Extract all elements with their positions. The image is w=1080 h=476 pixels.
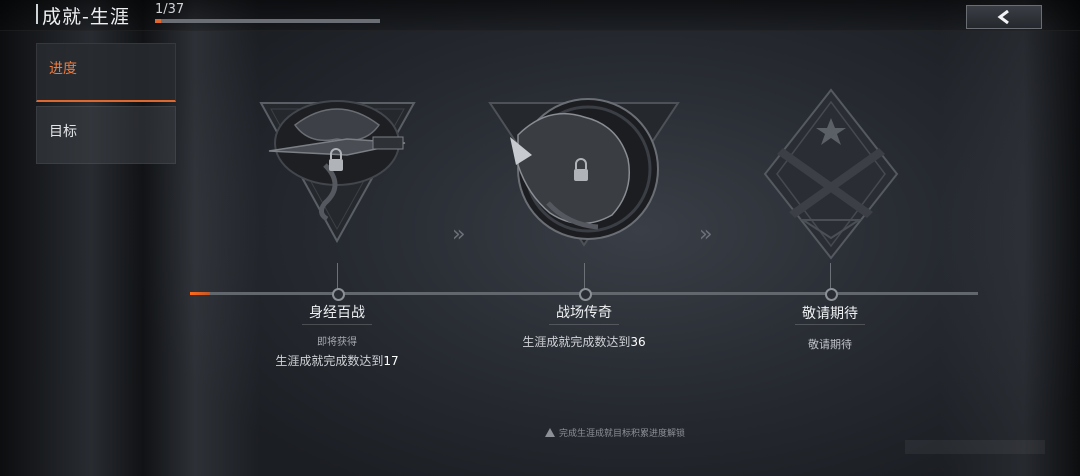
chevron-right-icon: ››	[699, 222, 712, 247]
timeline-stem	[830, 263, 831, 289]
back-button[interactable]	[966, 5, 1042, 29]
timeline-node	[332, 288, 345, 301]
chevron-left-icon	[997, 10, 1009, 24]
divider	[795, 324, 865, 325]
progress-count: 1/37	[155, 2, 185, 17]
progress-bar	[155, 19, 380, 23]
timeline-stem	[584, 263, 585, 289]
sidebar: 进度 目标	[36, 43, 176, 168]
achievement-name: 敬请期待	[802, 306, 858, 322]
roaring-bear-badge-icon[interactable]	[488, 95, 680, 250]
warning-icon	[545, 428, 555, 437]
bottom-panel	[905, 440, 1045, 454]
top-bar: 成就-生涯 1/37	[0, 0, 1080, 31]
tab-progress-label: 进度	[49, 61, 77, 77]
unlock-hint: 完成生涯成就目标积累进度解锁	[545, 426, 685, 439]
title-marker	[36, 4, 38, 24]
page-title: 成就-生涯	[42, 6, 130, 28]
crossed-rifles-badge-icon[interactable]	[763, 88, 899, 260]
curtain-background-right	[940, 0, 1080, 476]
chevron-right-icon: ››	[452, 222, 465, 247]
divider	[302, 324, 372, 325]
achievement-requirement: 生涯成就完成数达到36	[522, 335, 646, 349]
timeline-node	[825, 288, 838, 301]
achievement-name: 身经百战	[309, 305, 365, 321]
achievement-status: 即将获得	[317, 337, 357, 348]
timeline-progress-fill	[190, 292, 211, 295]
achievement-name: 战场传奇	[556, 305, 612, 321]
achievement-requirement: 生涯成就完成数达到17	[275, 354, 399, 368]
cobra-knife-badge-icon[interactable]	[255, 95, 420, 245]
divider	[549, 324, 619, 325]
progress-bar-fill	[155, 19, 162, 23]
timeline-node	[579, 288, 592, 301]
tab-goals[interactable]: 目标	[36, 106, 176, 164]
tab-progress[interactable]: 进度	[36, 43, 176, 102]
achievement-requirement: 敬请期待	[808, 338, 852, 351]
timeline-stem	[337, 263, 338, 289]
tab-goals-label: 目标	[49, 124, 77, 140]
